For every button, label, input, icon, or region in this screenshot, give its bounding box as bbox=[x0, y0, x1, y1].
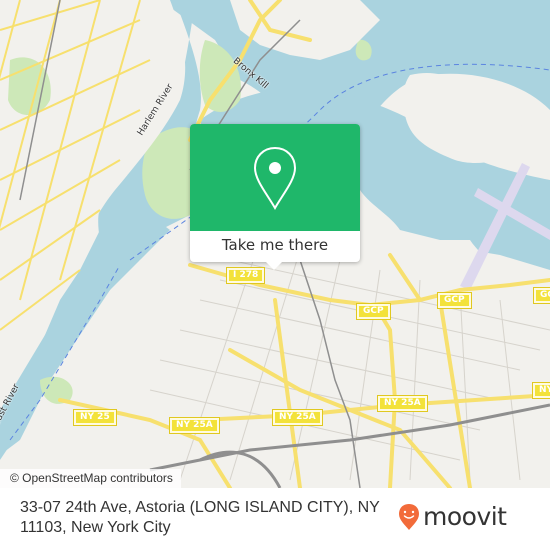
map-attribution[interactable]: © OpenStreetMap contributors bbox=[0, 469, 181, 488]
road-shield-ny25a: NY 25A bbox=[532, 382, 550, 399]
destination-popup: Take me there bbox=[190, 124, 360, 270]
map-pin-icon bbox=[253, 146, 297, 211]
brand-name: moovit bbox=[423, 502, 507, 531]
popup-pointer bbox=[265, 261, 283, 270]
road-shield-ny25: NY 25 bbox=[73, 409, 117, 426]
address-line-2: 11103, New York City bbox=[20, 519, 171, 536]
road-shield-ny25a: NY 25A bbox=[169, 417, 220, 434]
address-line-1: 33-07 24th Ave, Astoria (LONG ISLAND CIT… bbox=[20, 499, 380, 516]
moovit-logo[interactable]: moovit bbox=[398, 502, 507, 532]
road-shield-ny25a: NY 25A bbox=[272, 409, 323, 426]
map-view[interactable]: Harlem River Bronx Kill East River I 278… bbox=[0, 0, 550, 488]
road-shield-gcp: GCP bbox=[533, 287, 550, 304]
road-shield-i278: I 278 bbox=[225, 267, 266, 284]
road-shield-gcp: GCP bbox=[356, 303, 391, 320]
moovit-pin-icon bbox=[399, 504, 419, 530]
popup-header bbox=[190, 124, 360, 231]
footer: 33-07 24th Ave, Astoria (LONG ISLAND CIT… bbox=[0, 488, 550, 550]
road-shield-gcp: GCP bbox=[437, 292, 472, 309]
take-me-there-button[interactable]: Take me there bbox=[190, 231, 360, 262]
address: 33-07 24th Ave, Astoria (LONG ISLAND CIT… bbox=[20, 498, 380, 538]
road-shield-ny25a: NY 25A bbox=[377, 395, 428, 412]
